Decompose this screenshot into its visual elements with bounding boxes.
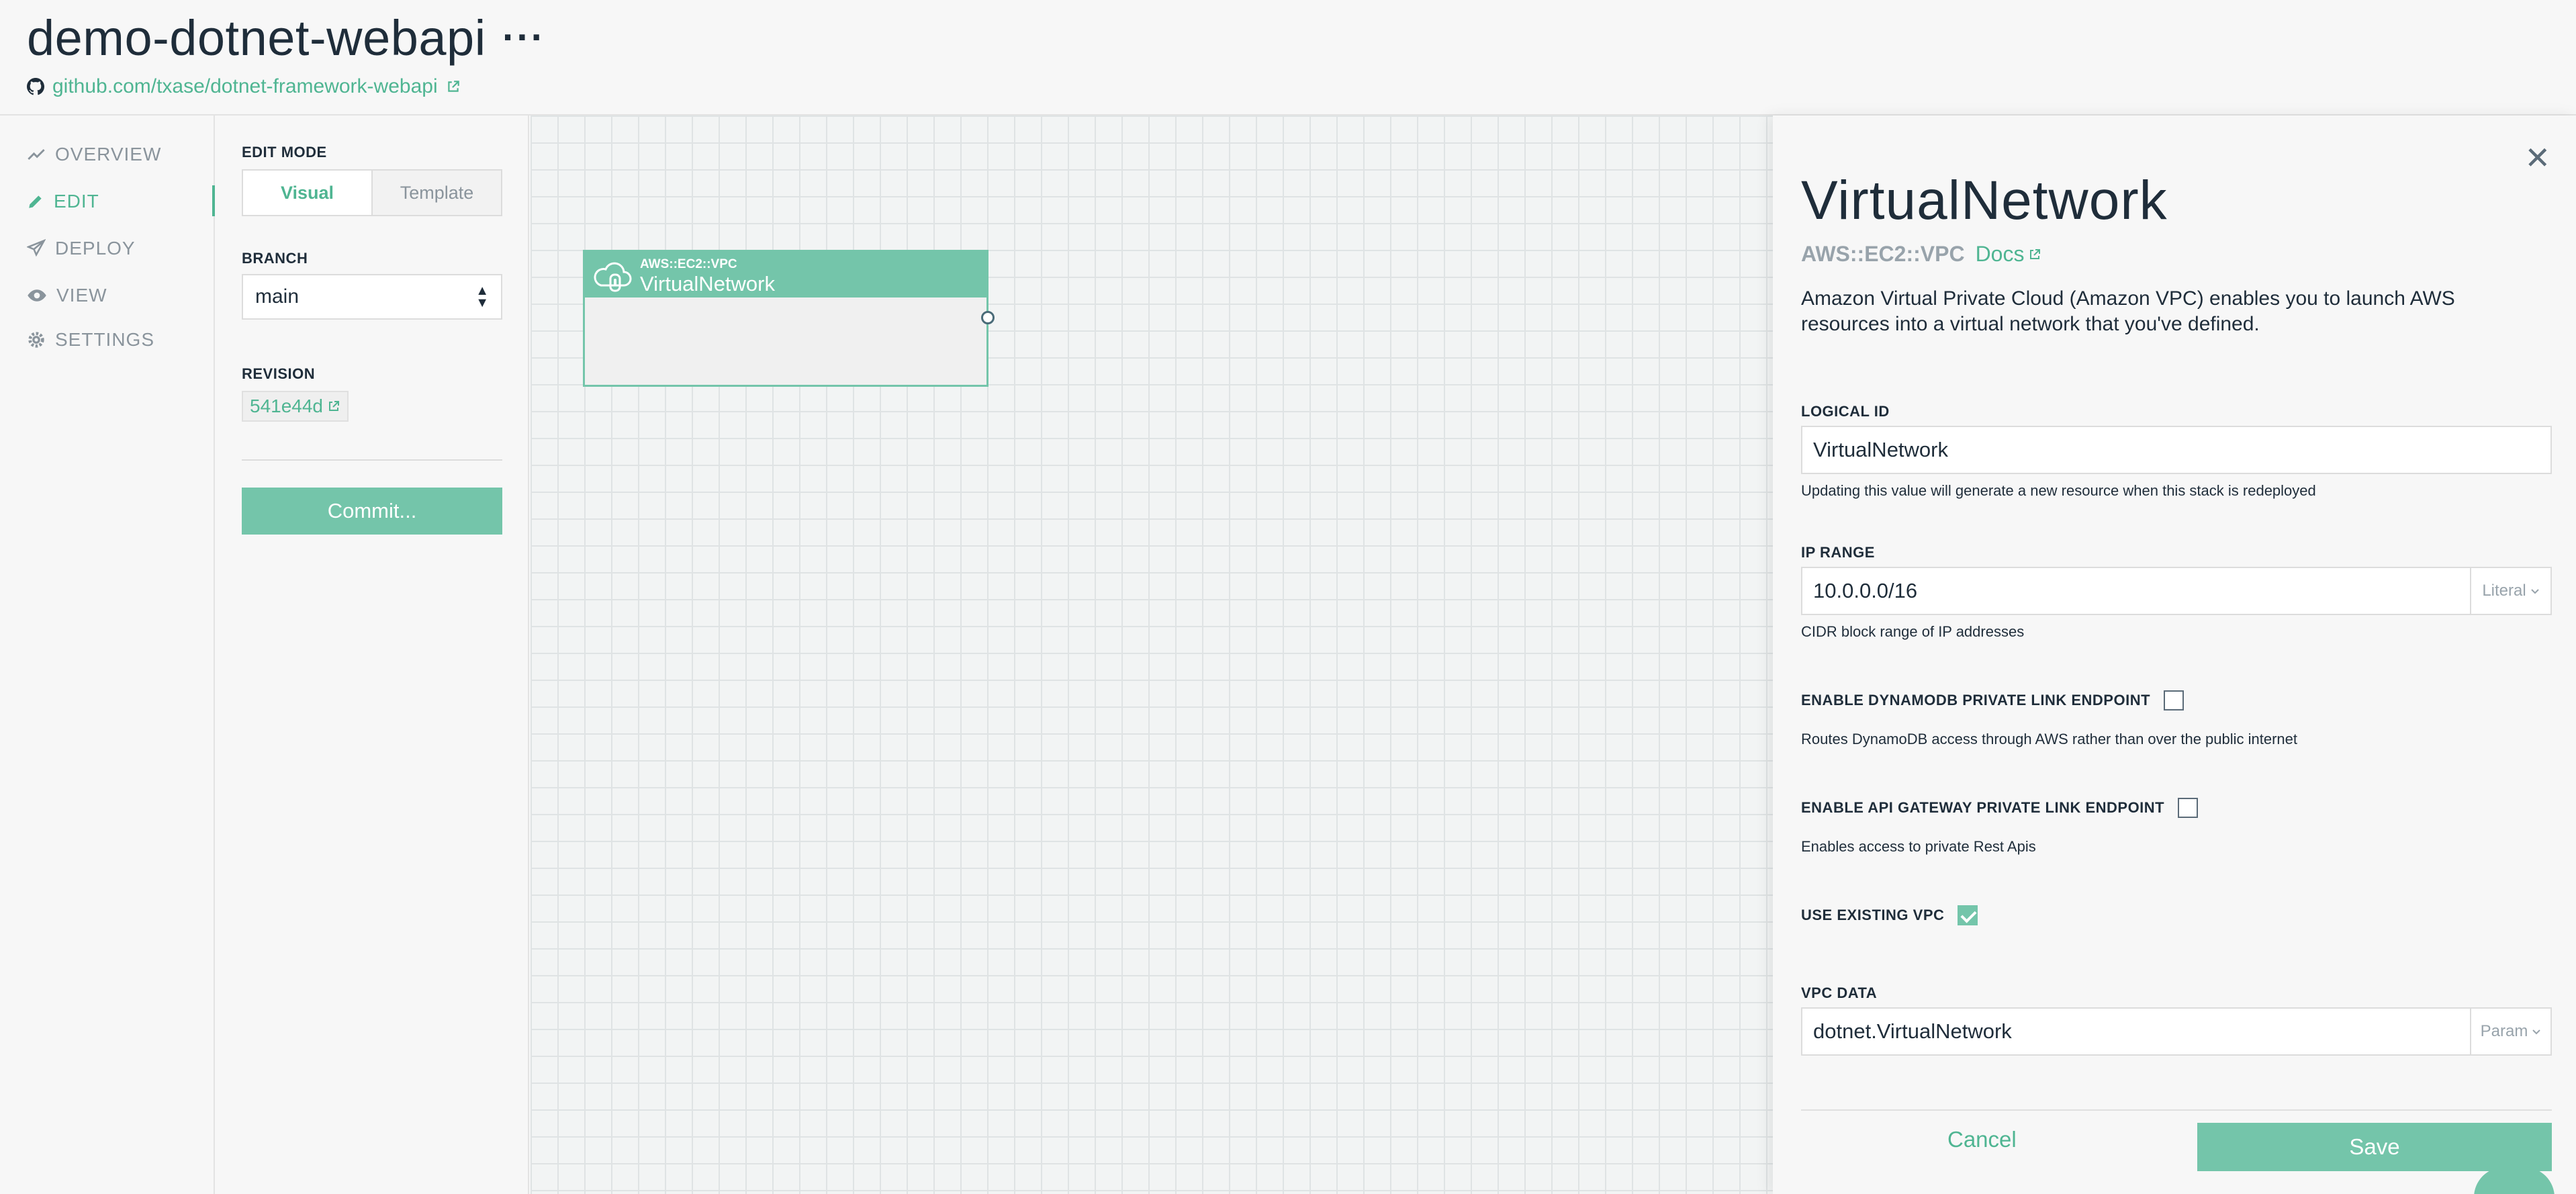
- resource-description: Amazon Virtual Private Cloud (Amazon VPC…: [1801, 287, 2455, 335]
- apigw-endpoint-checkbox[interactable]: [2178, 798, 2199, 818]
- paper-plane-icon: [27, 239, 46, 257]
- nav-label-overview: OVERVIEW: [55, 144, 162, 165]
- branch-select[interactable]: main ▲ ▼: [242, 274, 502, 320]
- external-link-icon: [447, 81, 459, 92]
- more-options-button[interactable]: ···: [502, 15, 545, 60]
- nav-item-edit[interactable]: EDIT: [27, 191, 99, 212]
- use-existing-vpc-row: USE EXISTING VPC: [1801, 905, 1978, 925]
- logical-id-input[interactable]: VirtualNetwork: [1801, 426, 2552, 474]
- resource-node-vpc[interactable]: AWS::EC2::VPC VirtualNetwork: [583, 250, 995, 387]
- revision-value: 541e44d: [250, 396, 324, 416]
- docs-link-text: Docs: [1975, 242, 2025, 266]
- ip-range-input[interactable]: 10.0.0.0/16 Literal: [1801, 567, 2552, 615]
- ip-range-value: 10.0.0.0/16: [1813, 579, 1918, 602]
- use-existing-vpc-label: USE EXISTING VPC: [1801, 907, 1945, 923]
- branch-value: main: [255, 285, 300, 308]
- app-root: demo-dotnet-webapi ··· github.com/txase/…: [0, 0, 2576, 1194]
- close-icon[interactable]: ✕: [2524, 142, 2550, 173]
- nav-label-edit: EDIT: [54, 191, 99, 212]
- nav-item-view[interactable]: VIEW: [27, 285, 107, 306]
- repo-link[interactable]: github.com/txase/dotnet-framework-webapi: [27, 75, 461, 98]
- panel-subtitle: AWS::EC2::VPC Docs: [1801, 242, 2041, 267]
- github-icon: [27, 78, 44, 95]
- design-canvas[interactable]: AWS::EC2::VPC VirtualNetwork: [531, 116, 1773, 1194]
- branch-label: BRANCH: [242, 250, 308, 267]
- nav-item-deploy[interactable]: DEPLOY: [27, 238, 136, 259]
- connection-port[interactable]: [981, 311, 995, 324]
- edit-mode-label: EDIT MODE: [242, 144, 327, 160]
- revision-link[interactable]: 541e44d: [242, 391, 349, 422]
- resource-type: AWS::EC2::VPC: [1801, 242, 1965, 266]
- mode-visual-button[interactable]: Visual: [243, 171, 373, 215]
- ip-range-mode-select[interactable]: Literal: [2470, 568, 2550, 614]
- apigw-endpoint-help: Enables access to private Rest Apis: [1801, 838, 2036, 855]
- vpc-data-input[interactable]: dotnet.VirtualNetwork Param: [1801, 1007, 2552, 1056]
- ip-range-mode-value: Literal: [2482, 582, 2526, 600]
- vpc-data-value: dotnet.VirtualNetwork: [1813, 1019, 2012, 1043]
- eye-icon: [28, 289, 46, 302]
- left-nav: OVERVIEW EDIT DEPLOY VIEW SETTINGS: [0, 116, 215, 1194]
- dynamodb-endpoint-checkbox[interactable]: [2164, 690, 2184, 710]
- chat-widget-icon[interactable]: [2474, 1167, 2555, 1194]
- nav-label-view: VIEW: [56, 285, 107, 306]
- trend-line-icon: [28, 148, 45, 160]
- app-title: demo-dotnet-webapi: [27, 10, 486, 66]
- page-header: demo-dotnet-webapi ··· github.com/txase/…: [0, 0, 2576, 116]
- dynamodb-endpoint-row: ENABLE DYNAMODB PRIVATE LINK ENDPOINT: [1801, 690, 2184, 710]
- vpc-data-mode-select[interactable]: Param: [2470, 1009, 2550, 1054]
- dynamodb-endpoint-label: ENABLE DYNAMODB PRIVATE LINK ENDPOINT: [1801, 692, 2151, 708]
- panel-footer-divider: [1801, 1109, 2552, 1111]
- logical-id-help: Updating this value will generate a new …: [1801, 482, 2316, 499]
- edit-divider: [242, 459, 502, 461]
- select-arrows-icon: ▲ ▼: [475, 283, 489, 310]
- resource-details-panel: ✕ VirtualNetwork AWS::EC2::VPC Docs Amaz…: [1773, 116, 2576, 1194]
- apigw-endpoint-label: ENABLE API GATEWAY PRIVATE LINK ENDPOINT: [1801, 799, 2165, 816]
- dynamodb-endpoint-help: Routes DynamoDB access through AWS rathe…: [1801, 731, 2298, 747]
- external-link-icon: [329, 401, 340, 411]
- edit-sidebar: EDIT MODE Visual Template BRANCH main ▲ ▼…: [215, 116, 529, 1194]
- use-existing-vpc-checkbox[interactable]: [1958, 905, 1978, 925]
- vpc-data-mode-value: Param: [2480, 1022, 2528, 1040]
- save-button[interactable]: Save: [2197, 1123, 2552, 1171]
- revision-label: REVISION: [242, 365, 316, 382]
- nav-item-overview[interactable]: OVERVIEW: [27, 144, 161, 165]
- repo-link-text: github.com/txase/dotnet-framework-webapi: [52, 75, 438, 97]
- pencil-icon: [29, 195, 42, 208]
- resource-node-name: VirtualNetwork: [640, 272, 776, 295]
- logical-id-label: LOGICAL ID: [1801, 403, 1890, 420]
- gear-icon: [28, 332, 44, 348]
- panel-title: VirtualNetwork: [1801, 170, 2168, 231]
- vpc-data-label: VPC DATA: [1801, 984, 1878, 1001]
- commit-button[interactable]: Commit...: [242, 488, 502, 535]
- resource-node-type: AWS::EC2::VPC: [640, 257, 737, 271]
- chevron-down-icon: [2532, 1029, 2541, 1035]
- edit-mode-toggle: Visual Template: [242, 169, 502, 216]
- nav-item-settings[interactable]: SETTINGS: [27, 329, 154, 351]
- cloud-vpc-icon: [594, 262, 632, 292]
- resource-node-header: AWS::EC2::VPC VirtualNetwork: [585, 252, 986, 297]
- chevron-down-icon: [2530, 589, 2539, 594]
- mode-template-button[interactable]: Template: [373, 171, 501, 215]
- cancel-button[interactable]: Cancel: [1947, 1127, 2017, 1152]
- external-link-icon: [2030, 248, 2041, 259]
- nav-label-deploy: DEPLOY: [55, 238, 136, 259]
- ip-range-help: CIDR block range of IP addresses: [1801, 623, 2025, 640]
- docs-link[interactable]: Docs: [1976, 242, 2042, 267]
- apigw-endpoint-row: ENABLE API GATEWAY PRIVATE LINK ENDPOINT: [1801, 798, 2199, 818]
- logical-id-value: VirtualNetwork: [1813, 438, 1949, 461]
- nav-label-settings: SETTINGS: [55, 329, 155, 350]
- ip-range-label: IP RANGE: [1801, 544, 1875, 561]
